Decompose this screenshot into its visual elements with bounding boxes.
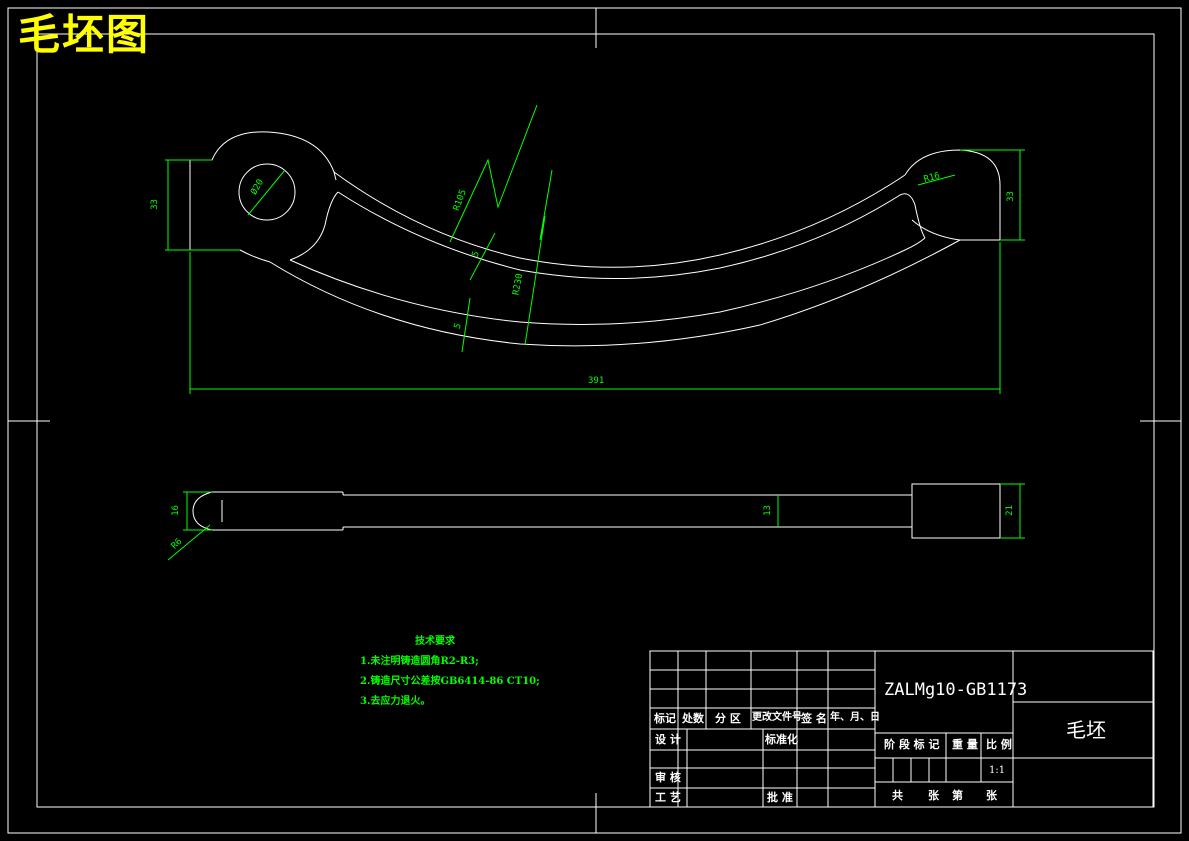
dim-left-height: 33 — [149, 199, 160, 210]
part-name: 毛坯 — [1066, 718, 1106, 742]
centering-marks — [8, 8, 1181, 833]
stage-mark-label: 阶 段 标 记 — [884, 738, 940, 751]
scale-value: 1:1 — [989, 765, 1006, 776]
process-label: 工 艺 — [655, 791, 681, 804]
rev-header-zone: 分 区 — [715, 712, 741, 725]
tech-req-item-2: 2.铸造尺寸公差按GB6414-86 CT10; — [360, 676, 540, 687]
page-label: 第 — [952, 789, 963, 802]
rev-header-date: 年、月、日 — [830, 712, 880, 723]
part-side-view — [192, 483, 1001, 539]
tech-req-item-1: 1.未注明铸造圆角R2-R3; — [360, 656, 479, 667]
drawing-sheet: 毛坯图 33 Ø20 R105 5 5 R230 R16 33 391 16 R… — [0, 0, 1189, 841]
dim-right-height: 33 — [1005, 191, 1016, 202]
rev-header-count: 处数 — [682, 712, 704, 725]
scale-label: 比 例 — [986, 738, 1012, 751]
dim-bottom-right-height: 21 — [1004, 505, 1015, 516]
dim-bottom-mid-height: 13 — [762, 505, 773, 516]
sheets-label: 张 — [928, 789, 939, 802]
total-label: 共 — [892, 789, 903, 802]
tech-req-heading: 技术要求 — [415, 636, 455, 647]
standardize-label: 标准化 — [765, 733, 798, 746]
rev-header-sign: 签 名 — [801, 712, 827, 725]
drawing-title: 毛坯图 — [18, 10, 151, 59]
tech-req-item-3: 3.去应力退火。 — [360, 696, 431, 707]
material-label: ZALMg10-GB1173 — [884, 680, 1028, 700]
weight-label: 重 量 — [952, 738, 978, 751]
drawing-canvas — [7, 7, 1182, 834]
design-label: 设 计 — [655, 733, 681, 746]
top-dimensions — [165, 104, 1025, 394]
review-label: 审 核 — [655, 771, 681, 784]
sheet-word-label: 张 — [986, 789, 997, 802]
approve-label: 批 准 — [767, 791, 793, 804]
dim-bottom-left-height: 16 — [170, 505, 181, 516]
part-top-view — [189, 131, 1001, 347]
rev-header-doc: 更改文件号 — [752, 712, 802, 723]
dim-overall-length: 391 — [588, 376, 605, 386]
rev-header-mark: 标记 — [654, 712, 676, 725]
outer-border — [7, 7, 1182, 834]
